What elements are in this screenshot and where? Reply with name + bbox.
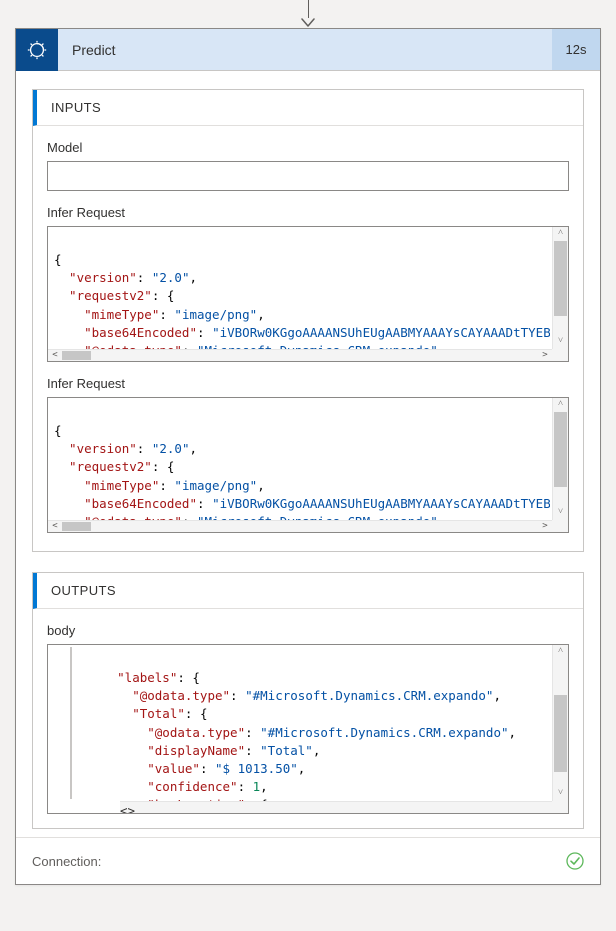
inputs-body: Model Infer Request { "version": "2.0", … <box>33 126 583 551</box>
model-label: Model <box>47 140 569 155</box>
card-header[interactable]: Predict 12s <box>16 29 600 71</box>
body-code[interactable]: "labels": { "@odata.type": "#Microsoft.D… <box>47 644 569 814</box>
scroll-left-icon[interactable]: < <box>48 521 62 532</box>
inputs-header: INPUTS <box>33 90 583 126</box>
scroll-down-icon[interactable]: ˅ <box>553 506 568 520</box>
scroll-left-icon[interactable]: < <box>48 350 62 361</box>
card-footer: Connection: <box>16 837 600 884</box>
infer-request-field-2: Infer Request { "version": "2.0", "reque… <box>47 376 569 533</box>
predict-icon <box>16 29 58 71</box>
arrow-line <box>308 0 309 18</box>
horizontal-scrollbar[interactable]: < > <box>48 349 552 361</box>
scroll-right-icon[interactable]: > <box>128 802 136 813</box>
infer-request-code-2[interactable]: { "version": "2.0", "requestv2": { "mime… <box>47 397 569 533</box>
flow-arrow-down <box>301 0 315 28</box>
json-guide-line <box>70 647 72 799</box>
model-input[interactable] <box>47 161 569 191</box>
code-text: { <box>54 252 62 267</box>
outputs-header: OUTPUTS <box>33 573 583 609</box>
scroll-right-icon[interactable]: > <box>538 350 552 361</box>
infer-request-label-1: Infer Request <box>47 205 569 220</box>
horizontal-scrollbar[interactable]: < > <box>120 801 552 813</box>
scroll-down-icon[interactable]: ˅ <box>553 787 568 801</box>
scroll-up-icon[interactable]: ˄ <box>553 227 568 241</box>
code-text: "labels" <box>72 670 177 685</box>
scroll-left-icon[interactable]: < <box>120 802 128 813</box>
card-title: Predict <box>58 29 552 70</box>
arrow-head-icon <box>301 18 315 28</box>
vertical-scrollbar[interactable]: ˄ ˅ <box>552 227 568 349</box>
scroll-up-icon[interactable]: ˄ <box>553 645 568 659</box>
scroll-up-icon[interactable]: ˄ <box>553 398 568 412</box>
infer-request-label-2: Infer Request <box>47 376 569 391</box>
code-text: { <box>54 423 62 438</box>
scroll-right-icon[interactable]: > <box>538 521 552 532</box>
connection-label: Connection: <box>32 854 101 869</box>
outputs-body: body "labels": { "@odata.type": "#Micros… <box>33 609 583 828</box>
vertical-scrollbar[interactable]: ˄ ˅ <box>552 398 568 520</box>
inputs-section: INPUTS Model Infer Request { "version": … <box>32 89 584 552</box>
infer-request-code-1[interactable]: { "version": "2.0", "requestv2": { "mime… <box>47 226 569 362</box>
horizontal-scrollbar[interactable]: < > <box>48 520 552 532</box>
outputs-section: OUTPUTS body "labels": { "@odata.type": … <box>32 572 584 829</box>
card-duration: 12s <box>552 29 600 70</box>
body-label: body <box>47 623 569 638</box>
predict-action-card[interactable]: Predict 12s INPUTS Model Infer Request {… <box>15 28 601 885</box>
success-check-icon <box>566 852 584 870</box>
infer-request-field-1: Infer Request { "version": "2.0", "reque… <box>47 205 569 362</box>
card-body: INPUTS Model Infer Request { "version": … <box>16 71 600 837</box>
vertical-scrollbar[interactable]: ˄ ˅ <box>552 645 568 801</box>
scroll-down-icon[interactable]: ˅ <box>553 335 568 349</box>
body-field: body "labels": { "@odata.type": "#Micros… <box>47 623 569 814</box>
model-field: Model <box>47 140 569 191</box>
